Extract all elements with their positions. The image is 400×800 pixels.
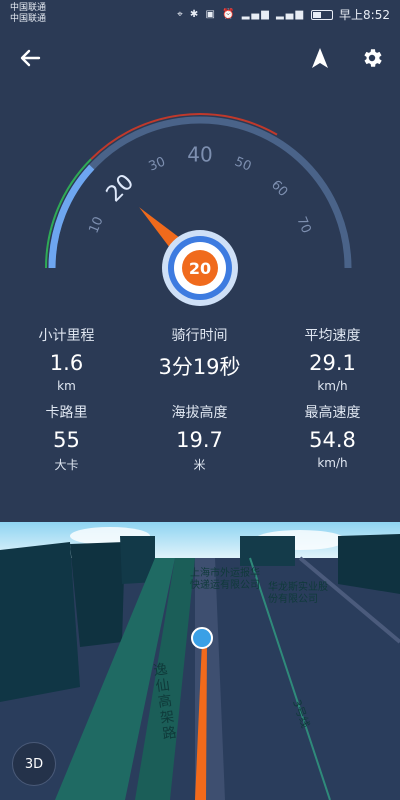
stat-distance: 小计里程 1.6 km — [0, 325, 133, 393]
stat-label: 最高速度 — [304, 405, 361, 421]
stat-value: 29.1 — [309, 351, 356, 375]
clock: 早上8:52 — [339, 8, 390, 22]
gauge-tick-label: 20 — [102, 170, 139, 207]
status-bar: 中国联通 中国联通 ⌖ ✱ ▣ ⏰ ▂▄▆ ▂▄▆ 早上8:52 — [0, 0, 400, 28]
map-label-company1: 上海市外运报华 快递运有限公司 — [190, 568, 260, 591]
map-label-company2: 华龙斯实业股 份有限公司 — [268, 582, 328, 605]
stat-max-speed: 最高速度 54.8 km/h — [266, 402, 399, 470]
building — [240, 536, 295, 566]
carrier-1: 中国联通 — [10, 3, 47, 13]
back-button[interactable] — [14, 42, 46, 74]
navigate-button[interactable] — [304, 42, 336, 74]
navigation-arrow-icon — [312, 48, 328, 68]
stat-value: 55 — [53, 428, 80, 452]
stat-altitude: 海拔高度 19.7 米 — [133, 402, 266, 473]
3d-toggle-button[interactable]: 3D — [12, 742, 56, 786]
stat-unit: km/h — [317, 379, 348, 393]
map-canvas — [0, 522, 400, 800]
stat-ride-time: 骑行时间 3分19秒 — [133, 325, 266, 385]
stat-calories: 卡路里 55 大卡 — [0, 402, 133, 473]
stat-value: 3分19秒 — [158, 355, 241, 379]
status-right: ⌖ ✱ ▣ ⏰ ▂▄▆ ▂▄▆ 早上8:52 — [177, 6, 390, 23]
stat-label: 平均速度 — [304, 328, 361, 344]
signal-icons: ⌖ ✱ ▣ ⏰ ▂▄▆ ▂▄▆ — [177, 9, 306, 20]
carrier-2: 中国联通 — [10, 14, 47, 24]
stat-avg-speed: 平均速度 29.1 km/h — [266, 325, 399, 393]
stat-value: 19.7 — [176, 428, 223, 452]
building — [0, 542, 80, 702]
gauge-tick-label: 10 — [86, 215, 106, 236]
top-bar — [0, 28, 400, 88]
stat-label: 小计里程 — [38, 328, 95, 344]
battery-fill — [313, 11, 322, 18]
stat-value: 54.8 — [309, 428, 356, 452]
settings-button[interactable] — [356, 42, 388, 74]
stat-unit: 大卡 — [54, 458, 79, 472]
stat-unit: 米 — [193, 458, 206, 472]
current-speed-value: 20 — [189, 259, 211, 278]
gauge-tick-label: 50 — [232, 154, 253, 174]
gear-icon — [364, 49, 382, 67]
stat-label: 骑行时间 — [171, 328, 228, 344]
map-view[interactable]: 上海市外运报华 快递运有限公司 华龙斯实业股 份有限公司 逸仙高架路 3号线 3… — [0, 522, 400, 800]
battery-icon — [311, 9, 334, 20]
stat-label: 海拔高度 — [171, 405, 228, 421]
stat-unit: km — [57, 379, 76, 393]
rider-position-marker — [191, 627, 213, 649]
gauge-tick-label: 30 — [147, 154, 168, 174]
gauge-tick-label: 40 — [187, 143, 212, 167]
gauge-tick-label: 60 — [268, 178, 290, 200]
back-arrow-icon — [20, 49, 41, 67]
stat-value: 1.6 — [49, 351, 84, 375]
carrier-info: 中国联通 中国联通 — [10, 3, 46, 25]
gauge-tick-label: 70 — [293, 215, 313, 236]
stat-label: 卡路里 — [45, 405, 88, 421]
building — [338, 534, 400, 594]
speedometer-gauge: 10 20 30 40 50 6070 20 — [45, 113, 352, 306]
stat-unit: km/h — [317, 456, 348, 470]
